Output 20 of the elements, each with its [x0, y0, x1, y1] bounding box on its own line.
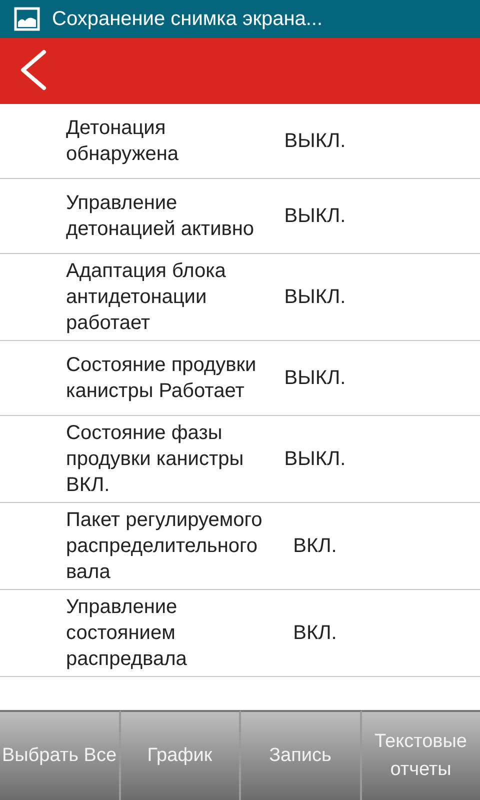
- toolbar-button[interactable]: Текстовые отчеты: [362, 710, 480, 800]
- parameter-value: ВЫКЛ.: [283, 204, 347, 229]
- parameter-value: ВКЛ.: [292, 621, 338, 646]
- parameter-name: Управление состоянием распредвала: [66, 595, 188, 672]
- parameter-name: Состояние продувки канистры Работает: [66, 353, 258, 404]
- picture-icon: [14, 7, 40, 31]
- parameter-name: Состояние фазы продувки канистры ВКЛ.: [66, 421, 245, 498]
- parameter-name: Управление детонацией активно: [66, 191, 256, 242]
- parameter-name: Адаптация блока антидетонации работает: [66, 259, 227, 336]
- toolbar-button[interactable]: Выбрать Все: [0, 710, 120, 800]
- parameter-name: Пакет регулируемого распределительного вала: [66, 508, 264, 585]
- toolbar-button[interactable]: Запись: [241, 710, 362, 800]
- parameter-value: ВКЛ.: [292, 534, 338, 559]
- parameter-name: Детонация обнаружена: [66, 116, 180, 167]
- parameter-value: ВЫКЛ.: [283, 366, 347, 391]
- parameter-value: ВЫКЛ.: [283, 285, 347, 310]
- toolbar-button[interactable]: График: [120, 710, 241, 800]
- parameter-value: ВЫКЛ.: [283, 129, 347, 154]
- notification-text: Сохранение снимка экрана...: [52, 8, 323, 30]
- parameter-value: ВЫКЛ.: [283, 447, 347, 472]
